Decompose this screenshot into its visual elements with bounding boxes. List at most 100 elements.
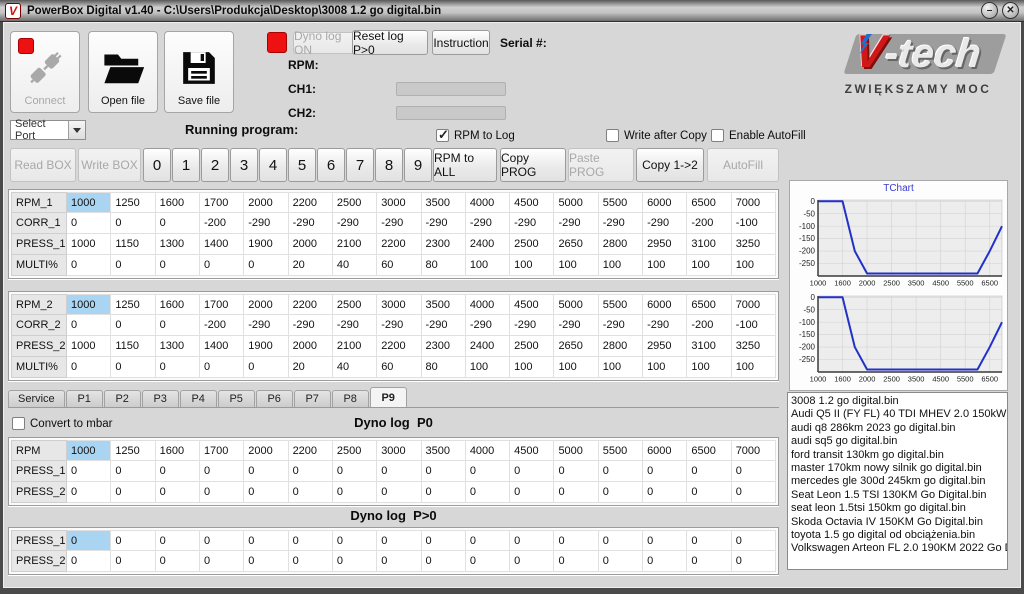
table-cell[interactable]: 0 [466, 551, 510, 572]
table-cell[interactable]: 40 [333, 255, 377, 276]
table-cell[interactable]: 0 [156, 551, 200, 572]
table-cell[interactable]: 1000 [67, 336, 111, 357]
table-cell[interactable]: 3100 [687, 234, 731, 255]
table-cell[interactable]: -290 [244, 213, 288, 234]
table-cell[interactable]: 2950 [643, 234, 687, 255]
table-cell[interactable]: 100 [599, 255, 643, 276]
table-cell[interactable]: -290 [244, 315, 288, 336]
table-cell[interactable]: 0 [422, 530, 466, 551]
table-cell[interactable]: 6000 [643, 192, 687, 213]
table-cell[interactable]: 0 [156, 213, 200, 234]
table-cell[interactable]: 1400 [200, 336, 244, 357]
table-cell[interactable]: 0 [111, 551, 155, 572]
table-cell[interactable]: 0 [111, 315, 155, 336]
table-cell[interactable]: 1150 [111, 234, 155, 255]
table-cell[interactable]: 1900 [244, 336, 288, 357]
table-cell[interactable]: 0 [111, 255, 155, 276]
digit-button-1[interactable]: 1 [172, 148, 200, 182]
table-cell[interactable]: 100 [732, 357, 776, 378]
table-cell[interactable]: 2650 [554, 336, 598, 357]
table-cell[interactable]: -290 [554, 213, 598, 234]
file-item[interactable]: Audi Q5 II (FY FL) 40 TDI MHEV 2.0 150kW… [791, 408, 1007, 421]
table-cell[interactable]: -290 [510, 213, 554, 234]
table-cell[interactable]: 2950 [643, 336, 687, 357]
table-cell[interactable]: 100 [510, 255, 554, 276]
reset-log-button[interactable]: Reset log P>0 [352, 30, 428, 55]
table-cell[interactable]: 4500 [510, 294, 554, 315]
table-cell[interactable]: 1600 [156, 192, 200, 213]
table-cell[interactable]: 1150 [111, 336, 155, 357]
file-item[interactable]: Volkswagen Arteon FL 2.0 190KM 2022 Go D… [791, 542, 1007, 555]
table-cell[interactable]: 0 [156, 255, 200, 276]
table-cell[interactable]: 0 [244, 255, 288, 276]
table-cell[interactable]: 20 [289, 255, 333, 276]
open-file-button[interactable]: Open file [88, 31, 158, 113]
table-cell[interactable]: 1900 [244, 234, 288, 255]
table-cell[interactable]: 0 [732, 530, 776, 551]
table-cell[interactable]: 60 [377, 255, 421, 276]
file-item[interactable]: 3008 1.2 go digital.bin [791, 395, 1007, 408]
table-cell[interactable]: 100 [732, 255, 776, 276]
table-cell[interactable]: -200 [687, 315, 731, 336]
table-cell[interactable]: 0 [377, 530, 421, 551]
table-cell[interactable]: 4000 [466, 440, 510, 461]
digit-button-8[interactable]: 8 [375, 148, 403, 182]
table-cell[interactable]: 100 [643, 357, 687, 378]
table-cell[interactable]: 100 [466, 357, 510, 378]
table-cell[interactable]: 0 [466, 482, 510, 503]
write-after-copy-checkbox[interactable]: Write after Copy [606, 129, 707, 142]
table-cell[interactable]: 0 [599, 530, 643, 551]
table-cell[interactable]: 4500 [510, 440, 554, 461]
table-cell[interactable]: 2200 [377, 336, 421, 357]
table-cell[interactable]: 0 [156, 357, 200, 378]
table-cell[interactable]: 0 [244, 530, 288, 551]
table-cell[interactable]: 0 [67, 357, 111, 378]
table-cell[interactable]: 6500 [687, 192, 731, 213]
table-cell[interactable]: 0 [643, 461, 687, 482]
dyno-log-on-button[interactable]: Dyno log ON [293, 32, 355, 54]
table-cell[interactable]: 5000 [554, 192, 598, 213]
table-cell[interactable]: 1700 [200, 294, 244, 315]
table-cell[interactable]: -290 [422, 213, 466, 234]
table-cell[interactable]: 0 [687, 482, 731, 503]
table-cell[interactable]: 2300 [422, 336, 466, 357]
tab-p8[interactable]: P8 [332, 390, 369, 407]
table-cell[interactable]: 0 [244, 357, 288, 378]
table-cell[interactable]: 0 [289, 461, 333, 482]
table-cell[interactable]: 0 [244, 482, 288, 503]
table-cell[interactable]: 3500 [422, 192, 466, 213]
digit-button-0[interactable]: 0 [143, 148, 171, 182]
table-cell[interactable]: 0 [244, 461, 288, 482]
tab-p6[interactable]: P6 [256, 390, 293, 407]
table-cell[interactable]: 0 [554, 530, 598, 551]
table-cell[interactable]: -290 [377, 213, 421, 234]
table-cell[interactable]: 4000 [466, 294, 510, 315]
table-cell[interactable]: 0 [67, 551, 111, 572]
table-cell[interactable]: 4500 [510, 192, 554, 213]
table-cell[interactable]: 0 [599, 482, 643, 503]
table-cell[interactable]: 0 [67, 482, 111, 503]
table-cell[interactable]: 0 [510, 530, 554, 551]
table-cell[interactable]: 2400 [466, 336, 510, 357]
table-cell[interactable]: 0 [687, 530, 731, 551]
table-cell[interactable]: -290 [599, 213, 643, 234]
digit-button-5[interactable]: 5 [288, 148, 316, 182]
table-cell[interactable]: 7000 [732, 192, 776, 213]
table-cell[interactable]: 2650 [554, 234, 598, 255]
table-cell[interactable]: 100 [510, 357, 554, 378]
table-cell[interactable]: 2500 [333, 192, 377, 213]
table-cell[interactable]: 100 [687, 357, 731, 378]
table-cell[interactable]: -290 [466, 315, 510, 336]
digit-button-3[interactable]: 3 [230, 148, 258, 182]
table-cell[interactable]: 0 [466, 461, 510, 482]
file-item[interactable]: toyota 1.5 go digital od obciążenia.bin [791, 529, 1007, 542]
table-cell[interactable]: 3000 [377, 294, 421, 315]
table-cell[interactable]: -290 [377, 315, 421, 336]
table-cell[interactable]: 2800 [599, 336, 643, 357]
table-cell[interactable]: 0 [111, 482, 155, 503]
table-cell[interactable]: 2000 [289, 336, 333, 357]
tab-p2[interactable]: P2 [104, 390, 141, 407]
rpm-to-log-checkbox[interactable]: RPM to Log [436, 129, 515, 142]
table-cell[interactable]: 4000 [466, 192, 510, 213]
table-cell[interactable]: 0 [67, 213, 111, 234]
